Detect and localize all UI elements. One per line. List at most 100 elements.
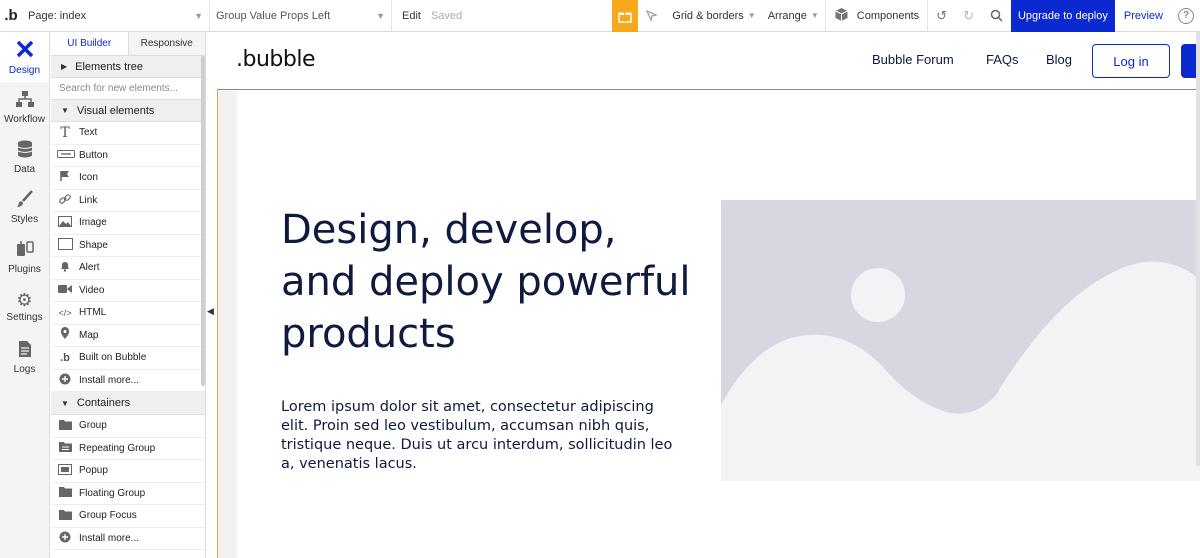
element-item-label: Install more... (79, 374, 140, 386)
upgrade-button[interactable]: Upgrade to deploy (1010, 0, 1115, 32)
container-item-group-focus[interactable]: Group Focus (51, 505, 205, 528)
element-item-shape[interactable]: Shape (51, 235, 205, 257)
element-item-label: Shape (79, 239, 108, 251)
rail-item-label: Logs (13, 363, 36, 375)
nav-link-faqs[interactable]: FAQs (986, 52, 1019, 67)
elements-tree-toggle[interactable]: ▶ Elements tree (51, 56, 205, 78)
select-cursor-icon[interactable] (638, 0, 666, 32)
popup-icon (57, 463, 73, 478)
rail-item-design[interactable]: Design (0, 32, 49, 82)
edit-menu[interactable]: Edit (392, 10, 431, 22)
left-rail: Design Workflow Data Styles Plugins ⚙ Se… (0, 32, 50, 558)
redo-icon[interactable]: ↻ (955, 0, 982, 32)
hero-title[interactable]: Design, develop, and deploy powerful pro… (281, 204, 701, 360)
container-item-group[interactable]: Group (51, 415, 205, 438)
element-item-video[interactable]: Video (51, 280, 205, 302)
element-item-label: Icon (79, 172, 98, 184)
element-item-built-on-bubble[interactable]: .b Built on Bubble (51, 347, 205, 370)
undo-icon[interactable]: ↺ (928, 0, 955, 32)
rail-item-styles[interactable]: Styles (0, 182, 49, 232)
bubble-logo-icon: .b (60, 351, 70, 364)
canvas-scrollbar[interactable] (1196, 32, 1200, 466)
preview-button[interactable]: Preview (1115, 0, 1172, 32)
nav-link-blog[interactable]: Blog (1046, 52, 1072, 67)
containers-toggle[interactable]: ▼ Containers (51, 392, 205, 415)
rail-item-settings[interactable]: ⚙ Settings (0, 282, 49, 332)
rail-item-label: Design (8, 64, 41, 76)
link-icon (57, 193, 73, 208)
shape-icon (57, 237, 73, 253)
collapse-panel-icon[interactable]: ◀ (207, 306, 214, 317)
image-placeholder[interactable] (721, 200, 1200, 481)
login-button[interactable]: Log in (1092, 44, 1170, 78)
caret-down-icon: ▼ (61, 398, 69, 408)
section-label: Visual elements (76, 104, 155, 117)
element-item-alert[interactable]: Alert (51, 257, 205, 280)
rail-item-logs[interactable]: Logs (0, 332, 49, 382)
element-item-link[interactable]: Link (51, 190, 205, 212)
section-label: Elements tree (75, 60, 144, 73)
element-item-install-more[interactable]: Install more... (51, 370, 205, 392)
element-item-map[interactable]: Map (51, 325, 205, 347)
container-item-popup[interactable]: Popup (51, 460, 205, 483)
gift-icon[interactable] (612, 0, 639, 32)
workflow-icon (15, 90, 35, 111)
design-canvas[interactable]: .bubble Bubble Forum FAQs Blog Log in De… (217, 32, 1200, 558)
styles-icon (16, 189, 34, 211)
panel-tabs: UI Builder Responsive (51, 32, 205, 56)
rail-item-workflow[interactable]: Workflow (0, 82, 49, 132)
text-icon: T (60, 124, 70, 141)
components-button[interactable]: Components (826, 0, 927, 32)
element-item-html[interactable]: </> HTML (51, 302, 205, 325)
flag-icon (57, 170, 73, 185)
nav-link-forum[interactable]: Bubble Forum (872, 52, 954, 67)
placeholder-landscape-icon (721, 261, 1200, 481)
panel-scrollbar[interactable] (201, 56, 205, 386)
element-item-label: Map (79, 329, 99, 341)
page-select[interactable]: Page: index ▼ (22, 0, 210, 32)
visual-elements-toggle[interactable]: ▼ Visual elements (51, 100, 205, 122)
rail-item-label: Settings (6, 312, 43, 323)
page-select-value: Page: index (28, 9, 87, 22)
element-item-label: Group (79, 420, 107, 432)
element-item-label: Button (79, 149, 108, 161)
element-search-input[interactable]: Search for new elements... (51, 78, 205, 100)
plus-circle-icon (57, 373, 73, 388)
element-item-icon[interactable]: Icon (51, 167, 205, 190)
top-toolbar: .b Page: index ▼ Group Value Props Left … (0, 0, 1200, 32)
container-item-repeating-group[interactable]: Repeating Group (51, 438, 205, 460)
element-item-image[interactable]: Image (51, 212, 205, 235)
element-item-label: Link (79, 194, 98, 206)
element-item-button[interactable]: Button (51, 145, 205, 167)
element-item-label: Image (79, 217, 107, 229)
rail-item-data[interactable]: Data (0, 132, 49, 182)
chevron-down-icon: ▼ (376, 10, 385, 21)
element-item-text[interactable]: T Text (51, 122, 205, 145)
bubble-logo[interactable]: .b (0, 0, 22, 32)
element-item-label: Popup (79, 465, 108, 477)
rail-item-plugins[interactable]: Plugins (0, 232, 49, 282)
rail-item-label: Styles (10, 213, 39, 225)
rail-item-label: Plugins (8, 263, 41, 275)
site-logo[interactable]: .bubble (236, 47, 315, 72)
canvas-selection-edge (217, 90, 218, 558)
bell-icon (57, 260, 73, 275)
cube-icon (834, 7, 849, 25)
container-item-floating-group[interactable]: Floating Group (51, 483, 205, 505)
element-item-label: Group Focus (79, 510, 137, 522)
grid-borders-menu[interactable]: Grid & borders ▼ (666, 0, 761, 32)
element-item-label: Text (79, 127, 98, 139)
arrange-menu[interactable]: Arrange ▼ (762, 0, 825, 32)
design-icon (15, 39, 35, 62)
map-pin-icon (57, 327, 73, 343)
tab-responsive[interactable]: Responsive (128, 32, 205, 55)
help-icon[interactable]: ? (1178, 7, 1194, 24)
container-item-install-more[interactable]: Install more... (51, 528, 205, 550)
hero-body-text[interactable]: Lorem ipsum dolor sit amet, consectetur … (281, 398, 681, 474)
logs-icon (18, 340, 32, 361)
elements-panel: UI Builder Responsive ▶ Elements tree Se… (51, 32, 206, 558)
tab-ui-builder[interactable]: UI Builder (51, 32, 129, 55)
search-icon[interactable] (982, 0, 1011, 32)
element-select[interactable]: Group Value Props Left ▼ (210, 0, 392, 32)
canvas-margin-strip (218, 91, 237, 558)
